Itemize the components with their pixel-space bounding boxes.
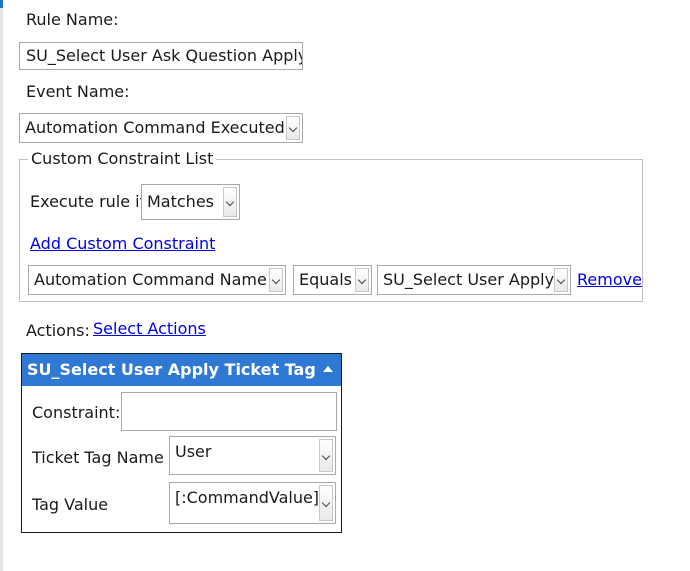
event-name-select-value: Automation Command Executed [25,118,285,137]
constraint-field-select[interactable]: Automation Command Name [28,265,286,295]
collapse-up-icon[interactable] [323,366,333,372]
constraint-operator-select[interactable]: Equals [293,265,372,295]
tag-value-value: [:CommandValue] [175,488,320,507]
ticket-tag-name-select[interactable]: User [169,436,336,475]
add-custom-constraint-link[interactable]: Add Custom Constraint [30,234,215,254]
select-actions-link[interactable]: Select Actions [93,319,206,339]
tag-value-select[interactable]: [:CommandValue] [169,482,336,524]
tag-value-label: Tag Value [32,495,109,514]
left-border [0,0,3,571]
chevron-down-icon[interactable] [286,116,300,140]
left-border-accent [0,0,3,8]
execute-rule-label: Execute rule if [30,192,146,211]
remove-constraint-link[interactable]: Remove [577,270,642,290]
execute-condition-value: Matches [147,192,214,211]
action-panel-title: SU_Select User Apply Ticket Tag [27,360,316,379]
chevron-down-icon[interactable] [554,268,568,292]
rule-editor: Rule Name: SU_Select User Ask Question A… [0,0,690,571]
constraint-field-value: Automation Command Name [34,270,267,289]
chevron-down-icon[interactable] [223,187,237,217]
chevron-down-icon[interactable] [319,439,333,472]
rule-name-input[interactable]: SU_Select User Ask Question Apply [19,42,303,70]
chevron-down-icon[interactable] [319,485,333,521]
execute-condition-select[interactable]: Matches [141,184,240,220]
constraint-label: Constraint: [32,403,121,422]
constraint-value-value: SU_Select User Apply [383,270,555,289]
constraint-operator-value: Equals [299,270,352,289]
chevron-down-icon[interactable] [269,268,283,292]
event-name-select[interactable]: Automation Command Executed [19,113,303,143]
action-constraint-input[interactable] [121,392,337,431]
chevron-down-icon[interactable] [355,268,369,292]
rule-name-label: Rule Name: [26,10,119,29]
ticket-tag-name-label: Ticket Tag Name [32,448,164,467]
action-panel-header[interactable]: SU_Select User Apply Ticket Tag [22,354,341,386]
custom-constraint-list-legend: Custom Constraint List [31,149,214,168]
event-name-label: Event Name: [26,82,130,101]
constraint-value-select[interactable]: SU_Select User Apply [377,265,571,295]
action-panel: SU_Select User Apply Ticket Tag Constrai… [21,353,342,533]
ticket-tag-name-value: User [175,442,212,461]
actions-label: Actions: [26,321,90,340]
